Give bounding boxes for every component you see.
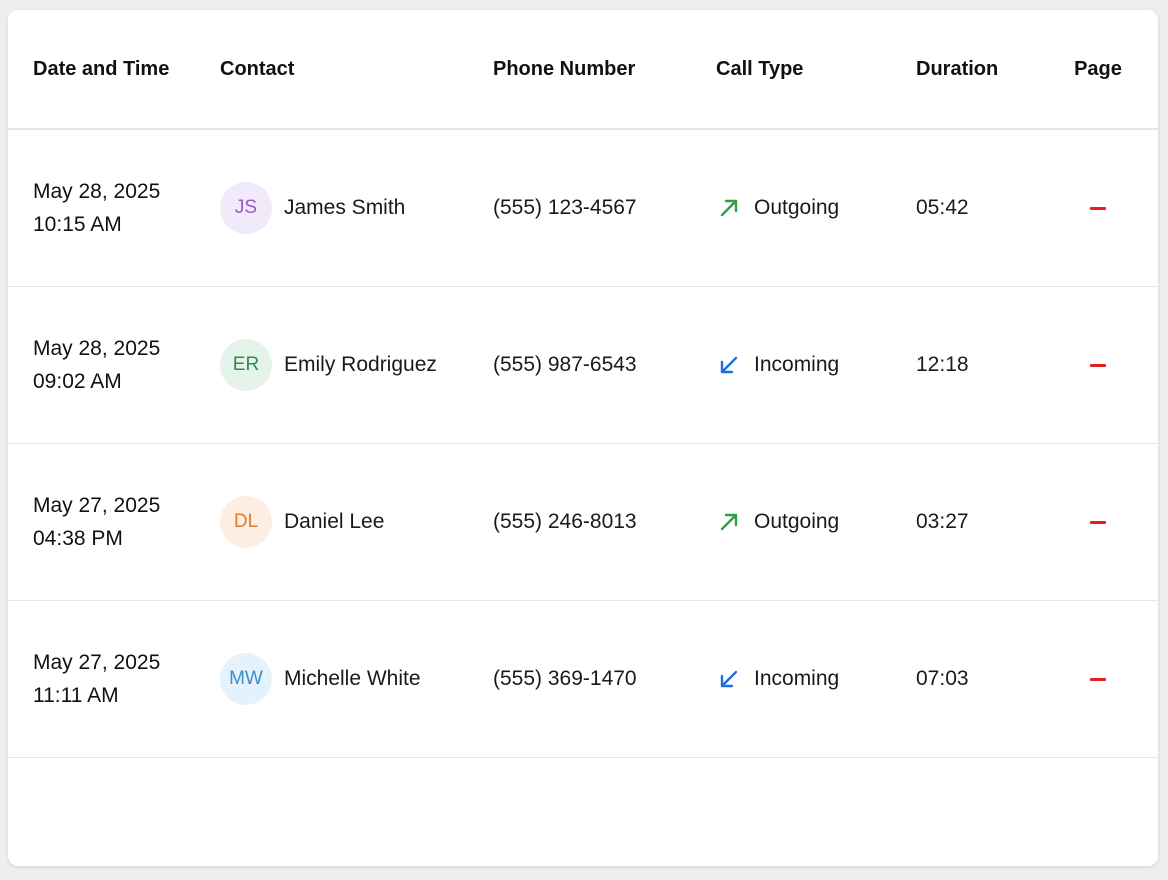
incoming-arrow-icon	[716, 666, 742, 692]
contact-cell[interactable]: JS James Smith	[220, 130, 490, 286]
outgoing-arrow-icon	[716, 195, 742, 221]
avatar-initials: ER	[232, 354, 260, 375]
call-type-cell: Incoming	[716, 601, 916, 757]
call-type-label: Outgoing	[754, 196, 840, 219]
table-row[interactable]: May 27, 2025 04:38 PM DL Daniel Lee (555…	[8, 444, 1158, 601]
header-contact[interactable]: Contact	[220, 10, 490, 128]
minus-icon[interactable]	[1090, 520, 1106, 524]
call-type-label: Incoming	[754, 667, 840, 690]
date-cell: May 28, 2025 09:02 AM	[33, 287, 213, 443]
outgoing-arrow-icon	[716, 509, 742, 535]
call-duration: 12:18	[916, 353, 969, 376]
contact-cell[interactable]: DL Daniel Lee	[220, 444, 490, 600]
call-time: 04:38 PM	[33, 527, 123, 550]
phone-cell: (555) 246-8013	[493, 444, 713, 600]
page-cell	[1056, 601, 1140, 757]
contact-name[interactable]: Michelle White	[284, 667, 421, 691]
phone-number[interactable]: (555) 246-8013	[493, 510, 637, 534]
call-time: 11:11 AM	[33, 684, 119, 707]
phone-number[interactable]: (555) 123-4567	[493, 196, 637, 220]
duration-cell: 03:27	[916, 444, 1056, 600]
contact-cell[interactable]: ER Emily Rodriguez	[220, 287, 490, 443]
date-cell: May 28, 2025 10:15 AM	[33, 130, 213, 286]
phone-cell: (555) 987-6543	[493, 287, 713, 443]
call-log-table: Date and Time Contact Phone Number Call …	[8, 10, 1158, 866]
avatar: DL	[220, 496, 272, 548]
duration-cell: 07:03	[916, 601, 1056, 757]
phone-cell: (555) 369-1470	[493, 601, 713, 757]
call-type-cell: Incoming	[716, 287, 916, 443]
call-date: May 27, 2025	[33, 651, 161, 674]
call-date: May 27, 2025	[33, 494, 161, 517]
call-type-label: Outgoing	[754, 510, 840, 533]
call-time: 10:15 AM	[33, 213, 122, 236]
duration-cell: 12:18	[916, 287, 1056, 443]
header-date[interactable]: Date and Time	[33, 10, 213, 128]
call-type-cell: Outgoing	[716, 130, 916, 286]
table-row[interactable]: May 27, 2025 11:11 AM MW Michelle White …	[8, 601, 1158, 758]
call-duration: 07:03	[916, 667, 969, 690]
contact-name[interactable]: James Smith	[284, 196, 405, 220]
call-duration: 03:27	[916, 510, 969, 533]
page-cell	[1056, 444, 1140, 600]
contact-name[interactable]: Emily Rodriguez	[284, 353, 437, 377]
call-type-label: Incoming	[754, 353, 840, 376]
table-row[interactable]: May 28, 2025 10:15 AM JS James Smith (55…	[8, 130, 1158, 287]
table-row[interactable]: May 28, 2025 09:02 AM ER Emily Rodriguez…	[8, 287, 1158, 444]
avatar-initials: MW	[229, 668, 263, 689]
contact-cell[interactable]: MW Michelle White	[220, 601, 490, 757]
phone-number[interactable]: (555) 987-6543	[493, 353, 637, 377]
header-phone[interactable]: Phone Number	[493, 10, 713, 128]
call-date: May 28, 2025	[33, 337, 161, 360]
phone-cell: (555) 123-4567	[493, 130, 713, 286]
avatar-initials: DL	[233, 511, 259, 532]
avatar: MW	[220, 653, 272, 705]
incoming-arrow-icon	[716, 352, 742, 378]
page-cell	[1056, 287, 1140, 443]
header-page[interactable]: Page	[1056, 10, 1140, 128]
call-date: May 28, 2025	[33, 180, 161, 203]
minus-icon[interactable]	[1090, 206, 1106, 210]
avatar-initials: JS	[234, 197, 258, 218]
call-type-cell: Outgoing	[716, 444, 916, 600]
minus-icon[interactable]	[1090, 363, 1106, 367]
duration-cell: 05:42	[916, 130, 1056, 286]
minus-icon[interactable]	[1090, 677, 1106, 681]
avatar: JS	[220, 182, 272, 234]
header-duration[interactable]: Duration	[916, 10, 1056, 128]
phone-number[interactable]: (555) 369-1470	[493, 667, 637, 691]
contact-name[interactable]: Daniel Lee	[284, 510, 384, 534]
date-cell: May 27, 2025 11:11 AM	[33, 601, 213, 757]
avatar: ER	[220, 339, 272, 391]
call-time: 09:02 AM	[33, 370, 122, 393]
page-cell	[1056, 130, 1140, 286]
table-header: Date and Time Contact Phone Number Call …	[8, 10, 1158, 130]
header-call-type[interactable]: Call Type	[716, 10, 916, 128]
date-cell: May 27, 2025 04:38 PM	[33, 444, 213, 600]
call-duration: 05:42	[916, 196, 969, 219]
